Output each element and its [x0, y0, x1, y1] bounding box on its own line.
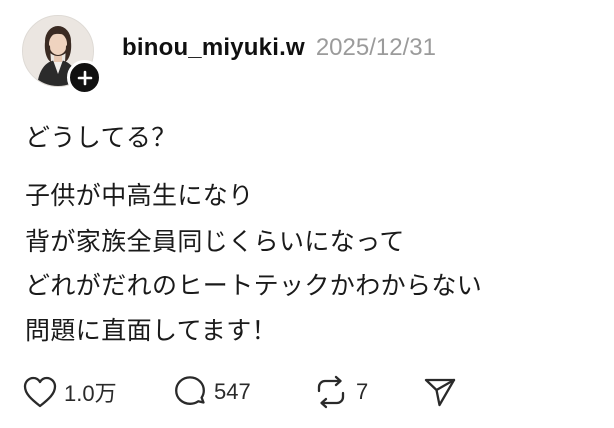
avatar-container [22, 15, 102, 95]
post-header: binou_miyuki.w 2025/12/31 [122, 34, 436, 62]
post-body-line: 問題に直面してます！ [25, 316, 278, 345]
speech-bubble-icon [175, 376, 205, 405]
send-icon [424, 378, 456, 407]
repost-icon [317, 375, 345, 409]
post-date: 2025/12/31 [315, 34, 436, 61]
plus-icon [77, 70, 92, 85]
heart-icon [23, 376, 57, 408]
username-link[interactable]: binou_miyuki.w [122, 34, 305, 62]
share-button[interactable] [422, 372, 458, 412]
reply-button[interactable]: 547 [172, 372, 251, 412]
reply-count: 547 [214, 379, 251, 404]
like-button[interactable]: 1.0万 [22, 372, 117, 412]
repost-button[interactable]: 7 [312, 372, 368, 412]
like-count: 1.0万 [64, 381, 117, 406]
post-card: binou_miyuki.w 2025/12/31 どうしてる？ 子供が中高生に… [0, 0, 614, 428]
post-body-line: 背が家族全員同じくらいになって [25, 227, 405, 256]
follow-button[interactable] [67, 60, 102, 95]
post-prompt-text: どうしてる？ [25, 123, 177, 152]
post-body-line: どれがだれのヒートテックかわからない [25, 271, 483, 300]
post-actions-bar: 1.0万 547 7 [22, 372, 582, 412]
post-body-line: 子供が中高生になり [25, 181, 254, 210]
repost-count: 7 [356, 379, 369, 404]
